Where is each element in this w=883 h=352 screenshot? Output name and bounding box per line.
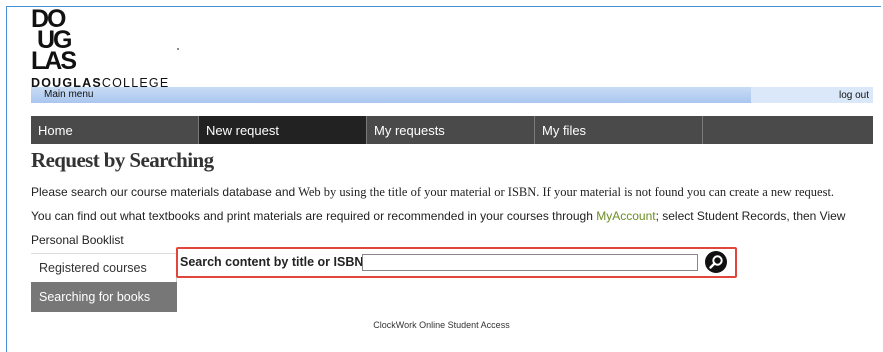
instructions-line-2: You can find out what textbooks and prin… [31, 209, 846, 223]
log-out-link[interactable]: log out [751, 87, 873, 103]
decorative-dot [177, 48, 179, 50]
menu-strip: Main menu log out [31, 87, 873, 103]
myaccount-link[interactable]: MyAccount [596, 209, 655, 223]
instructions-line-1: Please search our course materials datab… [31, 185, 835, 199]
search-button[interactable] [705, 251, 727, 273]
page-title: Request by Searching [31, 148, 214, 172]
search-label: Search content by title or ISBN [180, 255, 364, 269]
search-icon [709, 255, 723, 269]
nav-tab-new-request[interactable]: New request [199, 116, 367, 144]
side-item-searching-for-books[interactable]: Searching for books [31, 282, 177, 312]
nav-tab-empty [703, 116, 873, 144]
douglas-college-logo: DO UG LAS DOUGLASCOLLEGE [31, 5, 169, 91]
main-nav: Home New request My requests My files [31, 116, 873, 144]
nav-tab-my-requests[interactable]: My requests [367, 116, 535, 144]
nav-tab-my-files[interactable]: My files [535, 116, 703, 144]
search-input[interactable] [362, 254, 698, 271]
side-menu: Registered courses Searching for books [31, 253, 177, 312]
main-menu-label[interactable]: Main menu [44, 89, 93, 100]
footer-text: ClockWork Online Student Access [373, 320, 510, 330]
nav-tab-home[interactable]: Home [31, 116, 199, 144]
instructions-line-3: Personal Booklist [31, 233, 124, 247]
side-item-registered-courses[interactable]: Registered courses [31, 253, 177, 282]
logo-mark: DO UG LAS [31, 5, 77, 75]
search-panel: Search content by title or ISBN [176, 247, 737, 278]
